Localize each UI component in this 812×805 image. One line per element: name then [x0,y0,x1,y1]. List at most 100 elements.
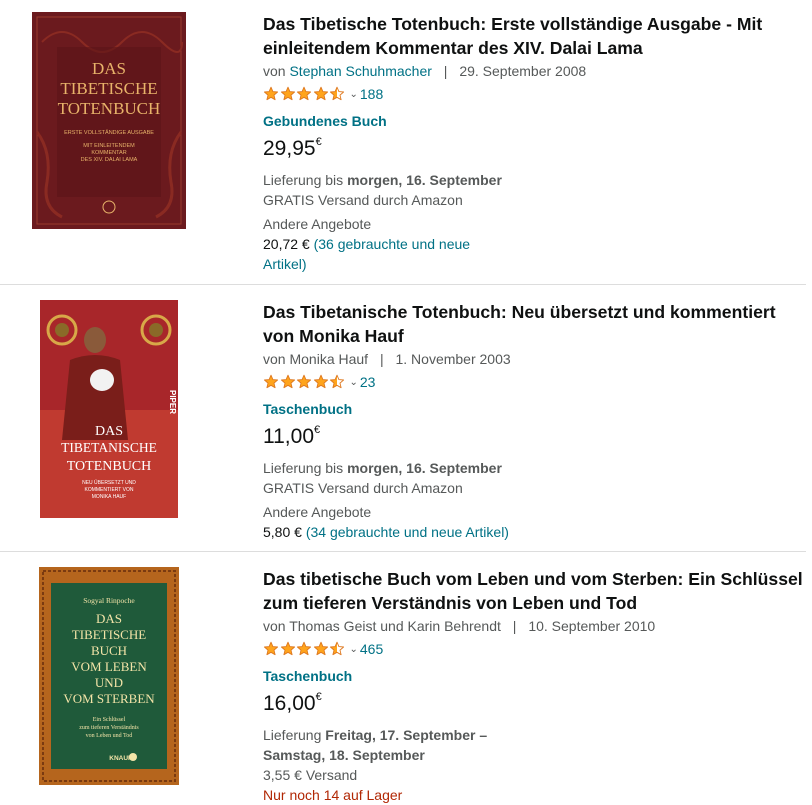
publication-date: 1. November 2003 [395,351,511,367]
cover-subtitle-line: KOMMENTAR [91,150,126,156]
delivery-prefix: Lieferung bis [263,172,344,188]
cover-title-line: DAS [96,611,122,626]
cover-title-line: DAS [95,424,123,439]
cover-title-line: TIBETISCHE [72,627,146,642]
stock-warning: Nur noch 14 auf Lager [263,787,403,803]
delivery-date: morgen, 16. September [347,172,502,188]
result-info: Das Tibetische Totenbuch: Erste vollstän… [263,12,803,274]
cover-title-line: BUCH [91,643,127,658]
publisher-logo: KNAUR [109,755,133,762]
cover-subtitle-line: MONIKA HAUF [92,494,126,500]
star-icon [280,374,295,389]
product-title-link[interactable]: Das tibetische Buch vom Leben und vom St… [263,567,803,615]
star-icon [296,86,312,101]
byline-separator: | [379,351,384,367]
price-main: 16,00 [263,692,316,715]
delivery-date-end: Samstag, 18. September [263,747,425,763]
other-offers-label: Andere Angebote [263,216,372,232]
format-link[interactable]: Taschenbuch [263,399,803,419]
cover-title-line: VOM STERBEN [63,691,155,706]
star-icon [329,641,345,656]
price[interactable]: 16,00€ [263,686,803,717]
rating-row: ⌄ 23 [263,371,803,393]
by-prefix: von [263,618,286,634]
byline-separator: | [443,63,448,79]
cover-title-line: VOM LEBEN [71,659,147,674]
cover-title-line: TOTENBUCH [58,99,161,118]
cover-title-line: DAS [92,59,126,78]
delivery-info: Lieferung Freitag, 17. September – Samst… [263,725,803,765]
cover-subtitle-line: KOMMENTIERT VON [85,487,134,493]
price-main: 29,95 [263,137,316,160]
rating-row: ⌄ 188 [263,83,803,105]
star-icon [329,86,345,101]
cover-author: Sogyal Rinpoche [83,596,135,605]
star-icon [329,374,345,389]
product-title-link[interactable]: Das Tibetische Totenbuch: Erste vollstän… [263,12,803,60]
star-rating[interactable] [263,86,346,102]
rating-count-link[interactable]: 23 [360,374,376,390]
rating-row: ⌄ 465 [263,638,803,660]
chevron-down-icon[interactable]: ⌄ [350,644,358,655]
result-info: Das tibetische Buch vom Leben und vom St… [263,567,803,805]
offers-price: 5,80 € [263,524,302,540]
price-currency: € [314,424,321,436]
format-link[interactable]: Gebundenes Buch [263,111,803,131]
rating-count-link[interactable]: 465 [360,641,383,657]
star-icon [296,374,312,389]
by-prefix: von [263,63,286,79]
cover-art: DAS TIBETISCHE TOTENBUCH ERSTE VOLLSTÄND… [32,12,186,229]
by-prefix: von [263,351,286,367]
delivery-prefix: Lieferung [263,727,322,743]
cover-art: PIPER DAS TIBETANISCHE TOTENBUCH NEU ÜBE… [40,300,178,518]
result-info: Das Tibetanische Totenbuch: Neu übersetz… [263,300,803,542]
book-cover-image[interactable]: PIPER DAS TIBETANISCHE TOTENBUCH NEU ÜBE… [40,300,178,518]
star-icon [313,641,328,656]
result-divider [0,284,806,285]
shipping-info: 3,55 € Versand [263,767,358,783]
format-link[interactable]: Taschenbuch [263,666,803,686]
price[interactable]: 29,95€ [263,131,803,162]
product-title-link[interactable]: Das Tibetanische Totenbuch: Neu übersetz… [263,300,803,348]
publication-date: 10. September 2010 [528,618,656,634]
price-currency: € [315,136,322,148]
star-icon [313,86,328,101]
author-link[interactable]: Stephan Schuhmacher [289,63,431,79]
byline: von Monika Hauf | 1. November 2003 [263,349,803,369]
cover-subtitle-line: Ein Schlüssel [93,717,126,723]
rating-count-link[interactable]: 188 [360,86,383,102]
shipping-info: GRATIS Versand durch Amazon [263,480,463,496]
price-currency: € [315,691,322,703]
delivery-info: Lieferung bis morgen, 16. September [263,170,803,190]
delivery-prefix: Lieferung bis [263,460,344,476]
cover-title-line: TOTENBUCH [67,459,152,474]
star-rating[interactable] [263,641,346,657]
book-cover-image[interactable]: Sogyal Rinpoche DAS TIBETISCHE BUCH VOM … [39,567,179,785]
cover-title-line: TIBETISCHE [60,79,157,98]
chevron-down-icon[interactable]: ⌄ [350,89,358,100]
delivery-info: Lieferung bis morgen, 16. September [263,458,803,478]
cover-subtitle-line: ERSTE VOLLSTÄNDIGE AUSGABE [64,129,154,136]
star-icon [263,374,279,389]
author-name: Thomas Geist und Karin Behrendt [289,618,501,634]
chevron-down-icon[interactable]: ⌄ [350,377,358,388]
price[interactable]: 11,00€ [263,419,803,450]
used-new-offers-link[interactable]: (34 gebrauchte und neue Artikel) [306,524,509,540]
star-icon [313,374,328,389]
star-icon [296,641,312,656]
cover-subtitle-line: DES XIV. DALAI LAMA [81,157,138,163]
byline: von Thomas Geist und Karin Behrendt | 10… [263,616,803,636]
other-offers-label: Andere Angebote [263,504,372,520]
other-offers: 5,80 € (34 gebrauchte und neue Artikel) [263,522,803,542]
cover-art: Sogyal Rinpoche DAS TIBETISCHE BUCH VOM … [39,567,179,785]
book-cover-image[interactable]: DAS TIBETISCHE TOTENBUCH ERSTE VOLLSTÄND… [32,12,186,229]
offers-price: 20,72 € [263,236,310,252]
author-name: Monika Hauf [289,351,369,367]
other-offers: 20,72 € (36 gebrauchte und neue Artikel) [263,234,503,274]
cover-title-line: TIBETANISCHE [61,440,157,455]
star-rating[interactable] [263,374,346,390]
byline-separator: | [512,618,517,634]
cover-subtitle-line: NEU ÜBERSETZT UND [82,479,136,486]
cover-subtitle-line: zum tieferen Verständnis [79,724,139,731]
result-divider [0,551,806,552]
